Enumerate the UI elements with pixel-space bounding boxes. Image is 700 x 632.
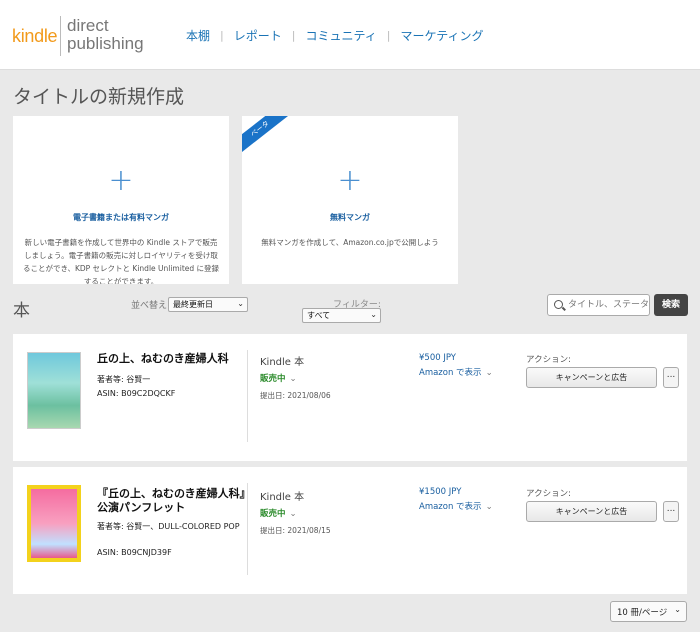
chevron-down-icon: ⌄: [485, 368, 493, 378]
plus-icon: +: [337, 163, 363, 198]
sort-label: 並べ替え: [131, 301, 168, 311]
logo-line-publishing: publishing: [67, 34, 144, 53]
nav-bookshelf[interactable]: 本棚: [176, 27, 220, 44]
chevron-down-icon: ⌄: [485, 502, 493, 512]
sort-select-value: 最終更新日: [173, 300, 213, 309]
actions-label: アクション:: [526, 355, 571, 365]
status-badge[interactable]: 販売中 ⌄: [260, 507, 297, 519]
book-author: 著者等: 谷賢一: [97, 375, 151, 384]
book-row: 丘の上、ねむのき産婦人科 著者等: 谷賢一 ASIN: B09C2DQCKF K…: [13, 334, 687, 461]
nav-marketing[interactable]: マーケティング: [390, 27, 493, 44]
top-header: kindle direct publishing 本棚 | レポート | コミュ…: [0, 0, 700, 70]
nav-community[interactable]: コミュニティ: [295, 27, 386, 44]
book-cover-image[interactable]: [27, 352, 81, 429]
chevron-down-icon: ⌄: [289, 509, 297, 519]
logo-divider: [60, 16, 61, 56]
items-per-page-select[interactable]: 10 冊/ページ ⌄: [610, 601, 687, 622]
nav-reports[interactable]: レポート: [224, 27, 292, 44]
items-per-page-value: 10 冊/ページ: [617, 608, 668, 618]
view-on-amazon-link[interactable]: Amazon で表示 ⌄: [419, 500, 493, 512]
campaign-ads-button[interactable]: キャンペーンと広告: [526, 367, 657, 388]
sort-select[interactable]: 最終更新日 ⌄: [168, 297, 248, 312]
plus-icon: +: [108, 163, 134, 198]
more-options-button[interactable]: ...: [663, 501, 679, 522]
submitted-date: 提出日: 2021/08/15: [260, 526, 331, 535]
card-description: 無料マンガを作成して、Amazon.co.jpで公開しよう: [261, 238, 439, 247]
book-title[interactable]: 『丘の上、ねむのき産婦人科』公演パンフレット: [97, 487, 247, 515]
book-price: ¥1500 JPY: [419, 487, 462, 497]
submitted-date: 提出日: 2021/08/06: [260, 391, 331, 400]
direct-publishing-logo[interactable]: direct publishing: [67, 17, 144, 53]
more-options-button[interactable]: ...: [663, 367, 679, 388]
status-badge[interactable]: 販売中 ⌄: [260, 372, 297, 384]
column-divider: [247, 350, 248, 442]
book-asin: ASIN: B09C2DQCKF: [97, 389, 176, 398]
search-icon: [554, 300, 563, 309]
book-format: Kindle 本: [260, 357, 305, 368]
status-text: 販売中: [260, 374, 286, 384]
status-text: 販売中: [260, 509, 286, 519]
chevron-down-icon: ⌄: [289, 374, 297, 384]
campaign-ads-button[interactable]: キャンペーンと広告: [526, 501, 657, 522]
book-row: 『丘の上、ねむのき産婦人科』公演パンフレット 著者等: 谷賢一、DULL-COL…: [13, 467, 687, 594]
create-ebook-card[interactable]: + 電子書籍または有料マンガ 新しい電子書籍を作成して世界中の Kindle ス…: [13, 116, 229, 284]
kindle-logo[interactable]: kindle: [12, 26, 58, 47]
beta-ribbon: ベータ: [242, 116, 296, 160]
view-on-amazon-text: Amazon で表示: [419, 502, 482, 512]
book-asin: ASIN: B09CNJD39F: [97, 548, 172, 557]
view-on-amazon-link[interactable]: Amazon で表示 ⌄: [419, 366, 493, 378]
card-title[interactable]: 電子書籍または有料マンガ: [13, 212, 229, 223]
book-price: ¥500 JPY: [419, 353, 456, 363]
page-title: タイトルの新規作成: [13, 86, 185, 108]
chevron-down-icon: ⌄: [370, 310, 377, 319]
cover-artwork: [31, 489, 77, 558]
book-format: Kindle 本: [260, 492, 305, 503]
search-box[interactable]: [547, 294, 650, 316]
book-cover-image[interactable]: [27, 485, 81, 562]
chevron-down-icon: ⌄: [674, 605, 681, 614]
create-free-manga-card[interactable]: ベータ + 無料マンガ 無料マンガを作成して、Amazon.co.jpで公開しよ…: [242, 116, 458, 284]
chevron-down-icon: ⌄: [237, 299, 244, 308]
filter-select-value: すべて: [307, 311, 331, 320]
card-title[interactable]: 無料マンガ: [242, 212, 458, 223]
view-on-amazon-text: Amazon で表示: [419, 368, 482, 378]
column-divider: [247, 483, 248, 575]
filter-select[interactable]: すべて ⌄: [302, 308, 381, 323]
main-nav: 本棚 | レポート | コミュニティ | マーケティング: [176, 27, 494, 44]
book-author: 著者等: 谷賢一、DULL-COLORED POP: [97, 522, 240, 531]
book-title[interactable]: 丘の上、ねむのき産婦人科: [97, 352, 247, 366]
actions-label: アクション:: [526, 489, 571, 499]
books-heading: 本: [13, 301, 30, 321]
search-input[interactable]: [568, 297, 648, 313]
search-button[interactable]: 検索: [654, 294, 688, 316]
card-description: 新しい電子書籍を作成して世界中の Kindle ストアで販売しましょう。電子書籍…: [22, 238, 220, 284]
logo-line-direct: direct: [67, 16, 109, 35]
